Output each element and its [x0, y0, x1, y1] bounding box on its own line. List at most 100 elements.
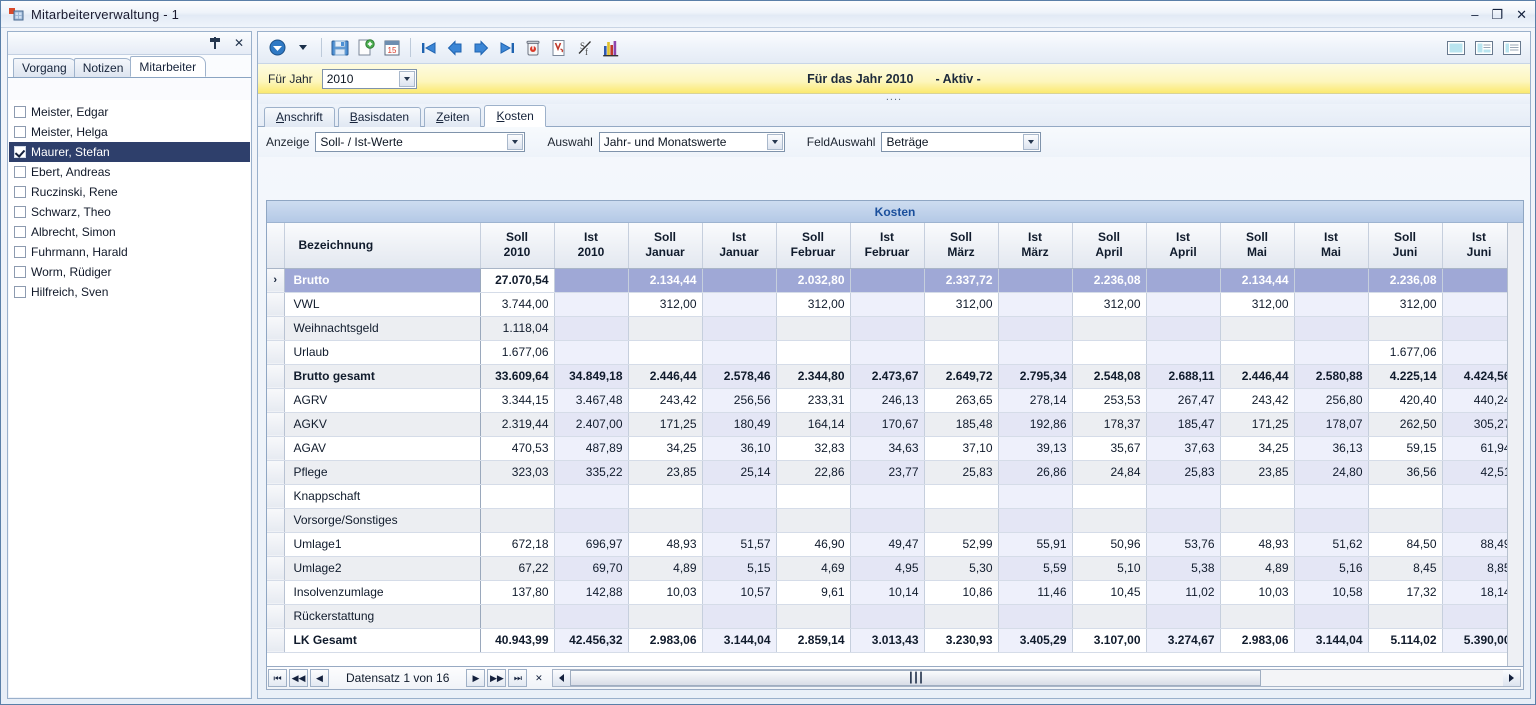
next-page-button[interactable]: ▶▶ [487, 669, 506, 687]
table-row[interactable]: AGRV3.344,153.467,48243,42256,56233,3124… [267, 388, 1507, 412]
table-row[interactable]: VWL3.744,00312,00312,00312,00312,00312,0… [267, 292, 1507, 316]
cell-ist-2010[interactable]: 42.456,32 [554, 628, 628, 652]
cell-soll-juni[interactable] [1368, 604, 1442, 628]
column-header-soll-februar[interactable]: SollFebruar [776, 223, 850, 268]
cell-ist-april[interactable] [1146, 508, 1220, 532]
cell-ist-juni[interactable]: 42,51 [1442, 460, 1507, 484]
cell-ist-mai[interactable] [1294, 508, 1368, 532]
cell-ist-februar[interactable]: 34,63 [850, 436, 924, 460]
row-indicator[interactable] [267, 292, 284, 316]
row-indicator[interactable] [267, 532, 284, 556]
row-indicator[interactable] [267, 604, 284, 628]
table-row[interactable]: Umlage267,2269,704,895,154,694,955,305,5… [267, 556, 1507, 580]
column-header-soll-2010[interactable]: Soll2010 [480, 223, 554, 268]
cell-ist-märz[interactable]: 11,46 [998, 580, 1072, 604]
cell-ist-januar[interactable] [702, 604, 776, 628]
cell-ist-mai[interactable] [1294, 484, 1368, 508]
horizontal-scrollbar[interactable]: ┃┃┃ [552, 669, 1521, 687]
cell-ist-2010[interactable]: 335,22 [554, 460, 628, 484]
cell-soll-april[interactable]: 5,10 [1072, 556, 1146, 580]
cell-ist-januar[interactable]: 51,57 [702, 532, 776, 556]
cell-bezeichnung[interactable]: VWL [284, 292, 480, 316]
cell-soll-mai[interactable]: 23,85 [1220, 460, 1294, 484]
maximize-button[interactable]: ❐ [1491, 8, 1503, 21]
column-header-ist-2010[interactable]: Ist2010 [554, 223, 628, 268]
cell-soll-februar[interactable]: 312,00 [776, 292, 850, 316]
column-header-ist-februar[interactable]: IstFebruar [850, 223, 924, 268]
cell-ist-2010[interactable]: 487,89 [554, 436, 628, 460]
cell-soll-mai[interactable] [1220, 604, 1294, 628]
cell-soll-januar[interactable]: 10,03 [628, 580, 702, 604]
cell-soll-märz[interactable]: 37,10 [924, 436, 998, 460]
cell-ist-februar[interactable]: 2.473,67 [850, 364, 924, 388]
filter-combobox-feldauswahl[interactable]: Beträge [881, 132, 1041, 152]
cell-bezeichnung[interactable]: Pflege [284, 460, 480, 484]
cell-soll-februar[interactable] [776, 316, 850, 340]
table-row[interactable]: LK Gesamt40.943,9942.456,322.983,063.144… [267, 628, 1507, 652]
cell-soll-januar[interactable]: 23,85 [628, 460, 702, 484]
cell-soll-februar[interactable]: 233,31 [776, 388, 850, 412]
cell-ist-februar[interactable] [850, 340, 924, 364]
row-indicator[interactable] [267, 436, 284, 460]
cell-soll-märz[interactable]: 185,48 [924, 412, 998, 436]
cell-ist-märz[interactable] [998, 340, 1072, 364]
first-record-icon[interactable] [416, 36, 442, 60]
cell-soll-februar[interactable]: 2.859,14 [776, 628, 850, 652]
tab-kosten[interactable]: Kosten [484, 105, 545, 127]
cell-ist-februar[interactable]: 49,47 [850, 532, 924, 556]
cell-soll-märz[interactable] [924, 508, 998, 532]
cell-soll-2010[interactable] [480, 508, 554, 532]
cell-soll-januar[interactable]: 312,00 [628, 292, 702, 316]
cell-soll-märz[interactable] [924, 604, 998, 628]
cell-ist-mai[interactable]: 256,80 [1294, 388, 1368, 412]
employee-list[interactable]: Meister, EdgarMeister, HelgaMaurer, Stef… [9, 100, 250, 697]
cell-soll-juni[interactable] [1368, 316, 1442, 340]
minimize-button[interactable]: – [1471, 8, 1478, 21]
cell-soll-märz[interactable] [924, 316, 998, 340]
cell-bezeichnung[interactable]: Vorsorge/Sonstiges [284, 508, 480, 532]
cell-ist-märz[interactable] [998, 268, 1072, 292]
cell-soll-februar[interactable]: 2.032,80 [776, 268, 850, 292]
cell-ist-2010[interactable]: 69,70 [554, 556, 628, 580]
new-document-icon[interactable] [353, 36, 379, 60]
cell-soll-juni[interactable]: 4.225,14 [1368, 364, 1442, 388]
cell-ist-märz[interactable]: 39,13 [998, 436, 1072, 460]
table-row[interactable]: Pflege323,03335,2223,8525,1422,8623,7725… [267, 460, 1507, 484]
cell-ist-juni[interactable]: 305,27 [1442, 412, 1507, 436]
cell-ist-2010[interactable]: 3.467,48 [554, 388, 628, 412]
cell-ist-februar[interactable] [850, 604, 924, 628]
panel-tab-mitarbeiter[interactable]: Mitarbeiter [130, 56, 206, 77]
cell-ist-april[interactable]: 5,38 [1146, 556, 1220, 580]
cell-ist-2010[interactable]: 2.407,00 [554, 412, 628, 436]
list-item[interactable]: Meister, Edgar [9, 102, 250, 122]
cell-ist-mai[interactable]: 36,13 [1294, 436, 1368, 460]
checkbox-icon[interactable] [14, 146, 26, 158]
cell-soll-april[interactable]: 2.236,08 [1072, 268, 1146, 292]
cell-ist-märz[interactable] [998, 604, 1072, 628]
cell-ist-mai[interactable]: 24,80 [1294, 460, 1368, 484]
row-indicator[interactable] [267, 484, 284, 508]
row-indicator[interactable] [267, 412, 284, 436]
cell-ist-januar[interactable] [702, 292, 776, 316]
cell-bezeichnung[interactable]: AGAV [284, 436, 480, 460]
cell-soll-2010[interactable]: 1.677,06 [480, 340, 554, 364]
cell-ist-mai[interactable] [1294, 340, 1368, 364]
cell-ist-juni[interactable] [1442, 604, 1507, 628]
cell-ist-2010[interactable] [554, 484, 628, 508]
cell-soll-mai[interactable] [1220, 316, 1294, 340]
cell-soll-juni[interactable]: 59,15 [1368, 436, 1442, 460]
cell-ist-februar[interactable] [850, 484, 924, 508]
scroll-right-button[interactable] [1503, 670, 1520, 686]
cell-soll-februar[interactable]: 4,69 [776, 556, 850, 580]
cell-soll-2010[interactable]: 3.744,00 [480, 292, 554, 316]
save-icon[interactable] [327, 36, 353, 60]
year-combobox[interactable]: 2010 [322, 69, 417, 89]
cell-soll-2010[interactable] [480, 484, 554, 508]
checkbox-icon[interactable] [14, 206, 26, 218]
cell-bezeichnung[interactable]: Insolvenzumlage [284, 580, 480, 604]
cell-soll-mai[interactable]: 2.446,44 [1220, 364, 1294, 388]
cell-ist-februar[interactable]: 4,95 [850, 556, 924, 580]
cell-soll-märz[interactable]: 312,00 [924, 292, 998, 316]
cell-soll-april[interactable] [1072, 508, 1146, 532]
cell-ist-mai[interactable] [1294, 268, 1368, 292]
